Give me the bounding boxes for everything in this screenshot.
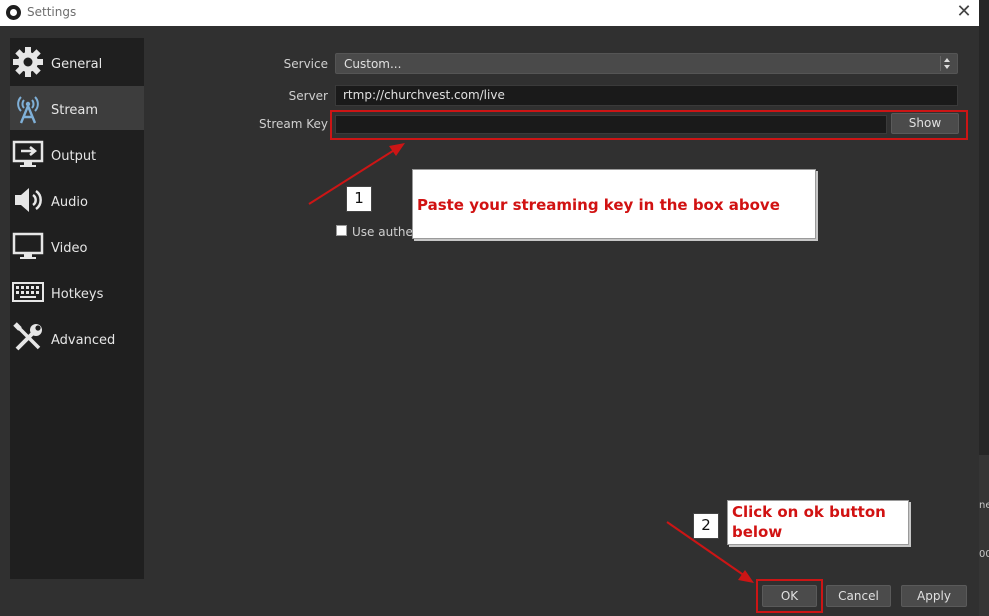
keyboard-icon [12, 282, 44, 302]
apply-button[interactable]: Apply [901, 585, 967, 607]
sidebar-item-output[interactable]: Output [10, 132, 144, 176]
sidebar-item-label: Output [51, 149, 97, 164]
background-text-fragment: ne [979, 500, 989, 511]
sidebar-item-label: General [51, 57, 103, 72]
window-title: Settings [27, 5, 77, 19]
ok-highlight-frame [756, 579, 823, 613]
step2-number-badge: 2 [693, 513, 719, 539]
close-icon[interactable]: ✕ [952, 0, 976, 26]
antenna-icon [17, 96, 39, 124]
sidebar-item-audio[interactable]: Audio [10, 178, 144, 222]
stream-key-label: Stream Key [259, 117, 328, 131]
gear-icon [13, 47, 43, 77]
step1-callout: Paste your streaming key in the box abov… [412, 169, 816, 239]
sidebar-item-advanced[interactable]: Advanced [10, 316, 144, 360]
output-icon [12, 140, 44, 167]
step2-callout-text: Click on ok button below [732, 503, 886, 541]
obs-logo-icon [6, 5, 21, 20]
service-label: Service [283, 57, 328, 71]
sidebar-item-general[interactable]: General [10, 40, 144, 84]
speaker-icon [15, 188, 42, 212]
background-text-fragment: 00 [979, 549, 989, 560]
tools-icon [13, 322, 42, 351]
title-bar: Settings ✕ [0, 0, 979, 26]
sidebar-item-label: Audio [51, 195, 88, 210]
stream-key-highlight-frame [330, 110, 968, 140]
step1-number-badge: 1 [346, 186, 372, 212]
server-input[interactable]: rtmp://churchvest.com/live [335, 85, 958, 106]
sidebar-item-label: Video [51, 241, 88, 256]
service-value: Custom... [344, 57, 402, 71]
sidebar-item-label: Advanced [51, 333, 116, 348]
sidebar-item-hotkeys[interactable]: Hotkeys [10, 270, 144, 314]
use-auth-checkbox[interactable] [336, 225, 347, 236]
step1-callout-text: Paste your streaming key in the box abov… [417, 196, 780, 214]
background-window-strip: ne 00 [979, 0, 989, 616]
step2-callout: Click on ok button below [727, 500, 909, 545]
sidebar-item-label: Stream [51, 103, 99, 118]
sidebar-item-label: Hotkeys [51, 287, 104, 302]
spin-arrows-icon [940, 56, 953, 71]
settings-sidebar: General Stream Output Audio Video Hotkey… [10, 38, 144, 579]
server-label: Server [288, 89, 328, 103]
monitor-icon [12, 232, 44, 259]
sidebar-item-video[interactable]: Video [10, 224, 144, 268]
cancel-button[interactable]: Cancel [826, 585, 891, 607]
service-select[interactable]: Custom... [335, 53, 958, 74]
sidebar-item-stream[interactable]: Stream [10, 86, 144, 130]
